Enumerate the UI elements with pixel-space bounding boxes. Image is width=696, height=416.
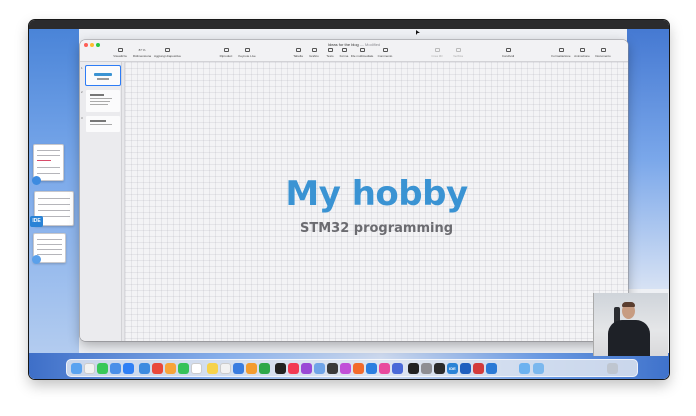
toolbar: Ideas for the blog — Modified Visualizza… bbox=[80, 40, 628, 62]
toolbar-label: Keynote Live bbox=[238, 54, 256, 58]
toolbar-item-keynote-live[interactable]: Keynote Live bbox=[234, 48, 260, 58]
slide-thumb-3[interactable] bbox=[86, 116, 120, 132]
stage-manager-app-icon bbox=[32, 176, 41, 185]
finder-icon[interactable] bbox=[71, 363, 82, 374]
affinity-icon[interactable] bbox=[340, 363, 351, 374]
document-icon bbox=[600, 48, 606, 52]
dock: IDE bbox=[66, 359, 638, 377]
chart-icon bbox=[311, 48, 317, 52]
sidebar-icon bbox=[117, 48, 123, 52]
star-icon[interactable] bbox=[327, 363, 338, 374]
document-title: Ideas for the blog — Modified bbox=[80, 42, 628, 47]
slide-thumb-1[interactable] bbox=[85, 65, 121, 86]
toolbar-label: Documento bbox=[595, 54, 611, 58]
facetime-icon[interactable] bbox=[178, 363, 189, 374]
dictionary-icon[interactable] bbox=[84, 363, 95, 374]
numbers-icon[interactable] bbox=[259, 363, 270, 374]
stm32-icon[interactable] bbox=[460, 363, 471, 374]
comment-icon bbox=[382, 48, 388, 52]
music-icon[interactable] bbox=[288, 363, 299, 374]
toolbar-label: Ridimensiona bbox=[132, 54, 152, 58]
bbedit-icon[interactable] bbox=[392, 363, 403, 374]
trash-icon[interactable] bbox=[607, 363, 618, 374]
stage-manager-ide-icon: IDE bbox=[30, 216, 43, 227]
downloads-icon[interactable] bbox=[519, 363, 530, 374]
mail-icon[interactable] bbox=[139, 363, 150, 374]
format-icon bbox=[558, 48, 564, 52]
slide-thumb-2[interactable] bbox=[86, 90, 120, 112]
presenter-body bbox=[608, 320, 650, 356]
slide-canvas[interactable]: My hobby STM32 programming bbox=[124, 62, 628, 341]
keynote-live-icon bbox=[244, 48, 250, 52]
toolbar-item-zoom[interactable]: 87 % Ridimensiona bbox=[129, 48, 155, 58]
calculator-icon[interactable] bbox=[434, 363, 445, 374]
slide-subtitle[interactable]: STM32 programming bbox=[125, 221, 628, 236]
photos-icon[interactable] bbox=[165, 363, 176, 374]
safari-icon[interactable] bbox=[110, 363, 121, 374]
pages-icon[interactable] bbox=[246, 363, 257, 374]
preview-icon[interactable] bbox=[314, 363, 325, 374]
toolbar-label: Aggiungi diapositiva bbox=[154, 54, 181, 58]
settings-icon[interactable] bbox=[421, 363, 432, 374]
folder-icon[interactable] bbox=[533, 363, 544, 374]
calendar-icon[interactable] bbox=[191, 363, 202, 374]
document-status: — Modified bbox=[359, 42, 381, 47]
notes-icon[interactable] bbox=[207, 363, 218, 374]
swift-icon[interactable] bbox=[353, 363, 364, 374]
media-icon bbox=[359, 48, 365, 52]
terminal-icon[interactable] bbox=[408, 363, 419, 374]
ide-icon[interactable]: IDE bbox=[447, 363, 458, 374]
desktop-screen: IDE Ideas for the blog — Modified Visual… bbox=[29, 20, 669, 379]
wallpaper-right-accent bbox=[627, 29, 669, 289]
keynote-icon[interactable] bbox=[233, 363, 244, 374]
animate-icon bbox=[579, 48, 585, 52]
slide-number-2: 2 bbox=[81, 90, 83, 94]
stage-manager-app-icon-2 bbox=[32, 255, 41, 264]
slide-title[interactable]: My hobby bbox=[125, 174, 628, 214]
toolbar-item-share[interactable]: Condividi bbox=[495, 48, 521, 58]
table-icon bbox=[295, 48, 301, 52]
keynote-window[interactable]: Ideas for the blog — Modified Visualizza… bbox=[80, 40, 628, 341]
screenflow-icon[interactable] bbox=[473, 363, 484, 374]
toolbar-item-check[interactable]: Verifica bbox=[445, 48, 471, 58]
reminders-icon[interactable] bbox=[220, 363, 231, 374]
tv-icon[interactable] bbox=[275, 363, 286, 374]
share-icon bbox=[505, 48, 511, 52]
magic-move-icon bbox=[434, 48, 440, 52]
vscode-icon[interactable] bbox=[486, 363, 497, 374]
check-icon bbox=[455, 48, 461, 52]
toolbar-label: Verifica bbox=[453, 54, 463, 58]
presenter-hair bbox=[622, 302, 635, 307]
zoom-value: 87 % bbox=[138, 48, 146, 52]
messages-icon[interactable] bbox=[97, 363, 108, 374]
xcode-icon[interactable] bbox=[366, 363, 377, 374]
toolbar-item-document[interactable]: Documento bbox=[590, 48, 616, 58]
play-icon bbox=[223, 48, 229, 52]
toolbar-item-comment[interactable]: Commento bbox=[372, 48, 398, 58]
shape-icon bbox=[341, 48, 347, 52]
chrome-icon[interactable] bbox=[152, 363, 163, 374]
slide-number-3: 3 bbox=[81, 116, 83, 120]
slide-number-1: 1 bbox=[81, 66, 83, 70]
pen-icon[interactable] bbox=[379, 363, 390, 374]
slide-navigator[interactable]: 1 2 3 bbox=[80, 62, 122, 341]
document-name: Ideas for the blog bbox=[327, 42, 359, 47]
webcam-overlay bbox=[593, 293, 668, 356]
toolbar-item-add-slide[interactable]: Aggiungi diapositiva bbox=[154, 48, 181, 58]
app-store-icon[interactable] bbox=[123, 363, 134, 374]
add-slide-icon bbox=[164, 48, 170, 52]
toolbar-label: Condividi bbox=[501, 54, 515, 58]
podcasts-icon[interactable] bbox=[301, 363, 312, 374]
toolbar-label: Commento bbox=[377, 54, 393, 58]
menu-bar bbox=[29, 20, 669, 29]
